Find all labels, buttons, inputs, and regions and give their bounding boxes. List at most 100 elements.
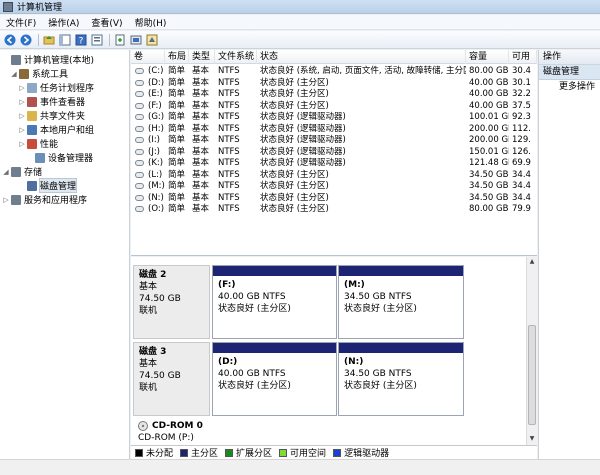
tree-item-performance[interactable]: ▷ 性能	[18, 137, 58, 150]
tree-expander-icon[interactable]: ◢	[10, 70, 18, 78]
cdrom-drive: CD-ROM (P:)	[138, 433, 194, 443]
table-row[interactable]: (E:) 简单 基本 NTFS 状态良好 (主分区) 40.00 GB 32.2	[131, 88, 537, 100]
column-header[interactable]: 布局	[165, 50, 189, 64]
table-row[interactable]: (N:) 简单 基本 NTFS 状态良好 (主分区) 34.50 GB 34.4	[131, 192, 537, 204]
cdrom-block[interactable]: CD-ROM 0 CD-ROM (P:)	[133, 417, 526, 445]
table-cell: NTFS	[218, 135, 240, 145]
tree-item-disk-management[interactable]: 磁盘管理	[18, 178, 78, 193]
tree-item-shared-folders[interactable]: ▷ 共享文件夹	[18, 109, 85, 122]
table-cell: 简单	[168, 169, 186, 180]
settings-icon[interactable]	[145, 33, 158, 46]
table-row[interactable]: (J:) 简单基本 NTFS 状态良好 (逻辑驱动器) 150.01 GB126.	[131, 146, 537, 158]
back-icon[interactable]	[3, 33, 16, 46]
more-actions-link[interactable]: 更多操作	[539, 80, 600, 94]
menu-action[interactable]: 操作(A)	[42, 16, 85, 29]
table-cell: 34.4	[512, 181, 531, 191]
export-icon[interactable]	[113, 33, 126, 46]
table-cell: 简单	[168, 158, 186, 168]
table-cell: 79.9	[512, 204, 531, 214]
tree-expander-icon[interactable]: ▷	[18, 98, 26, 106]
table-row[interactable]: (M:) 简单 基本 NTFS 状态良好 (主分区) 34.50 GB 34.4	[131, 180, 537, 192]
table-cell: 30.1	[512, 77, 531, 88]
table-cell: 基本	[192, 169, 210, 180]
tree-expander-icon[interactable]: ▷	[18, 126, 26, 134]
cdrom-name: CD-ROM 0	[152, 421, 203, 431]
column-header[interactable]: 容量	[466, 50, 509, 64]
table-cell: NTFS	[218, 77, 240, 88]
table-cell: 69.9	[512, 158, 531, 168]
tree-expander-icon[interactable]: ▷	[18, 84, 26, 92]
partition-legend: 未分配 主分区 扩展分区 可用空间 逻辑驱动器	[131, 445, 537, 459]
scroll-down-icon[interactable]: ▼	[527, 434, 537, 444]
table-cell: 基本	[192, 112, 210, 122]
table-row[interactable]: (L:) 简单 基本 NTFS 状态良好 (主分区) 34.50 GB 34.4	[131, 169, 537, 181]
table-row[interactable]: (D:) 简单 基本 NTFS 状态良好 (主分区) 40.00 GB 30.1	[131, 77, 537, 89]
scroll-up-icon[interactable]: ▲	[527, 257, 537, 267]
table-cell: 基本	[192, 204, 210, 214]
table-cell: 状态良好 (主分区)	[260, 204, 329, 214]
table-cell: 简单	[168, 123, 186, 134]
help-icon[interactable]: ?	[74, 33, 87, 46]
table-row[interactable]: (K:) 简单基本 NTFS 状态良好 (逻辑驱动器) 121.48 GB69.9	[131, 157, 537, 169]
actions-header: 操作	[539, 50, 600, 65]
legend-swatch	[279, 448, 288, 457]
tree-item-device-manager[interactable]: 设备管理器	[26, 151, 93, 164]
table-row[interactable]: (F:) 简单 基本 NTFS 状态良好 (主分区) 40.00 GB 37.5	[131, 100, 537, 112]
scrollbar-thumb[interactable]	[528, 325, 536, 425]
partition-letter: (M:)	[344, 280, 365, 290]
column-header[interactable]: 可用	[509, 50, 537, 64]
column-header[interactable]: 类型	[189, 50, 215, 64]
tree-item-local-users[interactable]: ▷ 本地用户和组	[18, 123, 94, 136]
table-cell: 简单	[168, 204, 186, 214]
table-cell: 基本	[192, 100, 210, 111]
disk-info[interactable]: 磁盘 3 基本 74.50 GB 联机	[133, 342, 210, 416]
table-row[interactable]: (O:) 简单 基本 NTFS 状态良好 (主分区) 80.00 GB 79.9	[131, 203, 537, 215]
tools-icon	[19, 68, 29, 79]
properties-icon[interactable]	[90, 33, 103, 46]
toolbar-separator	[109, 33, 110, 46]
tree-item-system-tools[interactable]: ◢ 系统工具	[10, 67, 68, 80]
menu-file[interactable]: 文件(F)	[0, 16, 42, 29]
tree-expander-icon[interactable]: ▷	[18, 140, 26, 148]
volume-disk-icon	[135, 137, 144, 143]
tree-item-event-viewer[interactable]: ▷ 事件查看器	[18, 95, 85, 108]
actions-section-disk-management[interactable]: 磁盘管理	[539, 65, 600, 80]
partition-block[interactable]: (N:) 34.50 GB NTFS 状态良好 (主分区)	[338, 342, 464, 416]
table-cell: 92.3	[512, 112, 531, 122]
show-tree-icon[interactable]	[58, 33, 71, 46]
column-header[interactable]: 文件系统	[215, 50, 257, 64]
partition-size: 40.00 GB NTFS	[218, 292, 286, 302]
menu-help[interactable]: 帮助(H)	[129, 16, 173, 29]
partition-letter: (N:)	[344, 357, 364, 367]
tree-item-services[interactable]: ▷ 服务和应用程序	[2, 193, 87, 206]
table-cell: (O:)	[148, 204, 165, 214]
partition-block[interactable]: (M:) 34.50 GB NTFS 状态良好 (主分区)	[338, 265, 464, 339]
disk-info[interactable]: 磁盘 2 基本 74.50 GB 联机	[133, 265, 210, 339]
table-row[interactable]: (C:) 简单 基本 NTFS 状态良好 (系统, 启动, 页面文件, 活动, 故障转储…	[131, 65, 537, 77]
partition-block[interactable]: (D:) 40.00 GB NTFS 状态良好 (主分区)	[212, 342, 337, 416]
toolbar-separator	[38, 33, 39, 46]
table-row[interactable]: (G:)简单基本 NTFS 状态良好 (逻辑驱动器) 100.01 GB92.3	[131, 111, 537, 123]
vertical-scrollbar[interactable]: ▲ ▼	[526, 257, 537, 445]
menu-view[interactable]: 查看(V)	[85, 16, 128, 29]
tree-root[interactable]: 计算机管理(本地)	[2, 53, 94, 66]
tree-item-task-scheduler[interactable]: ▷ 任务计划程序	[18, 81, 94, 94]
refresh-icon[interactable]	[129, 33, 142, 46]
table-row[interactable]: (I:) 简单基本 NTFS 状态良好 (逻辑驱动器) 200.00 GB129.	[131, 134, 537, 146]
partition-block[interactable]: (F:) 40.00 GB NTFS 状态良好 (主分区)	[212, 265, 337, 339]
performance-icon	[27, 138, 37, 149]
table-cell: 简单	[168, 100, 186, 111]
up-folder-icon[interactable]	[42, 33, 55, 46]
column-header[interactable]: 状态	[257, 50, 466, 64]
table-cell: 基本	[192, 66, 210, 76]
column-header[interactable]: 卷	[131, 50, 165, 64]
tree-item-storage[interactable]: ◢ 存储	[2, 165, 42, 178]
tree-item-label: 事件查看器	[40, 98, 86, 108]
forward-icon[interactable]	[19, 33, 32, 46]
tree-expander-icon[interactable]: ▷	[2, 196, 10, 204]
tree-expander-icon[interactable]: ◢	[2, 168, 10, 176]
volume-disk-icon	[135, 194, 144, 201]
table-row[interactable]: (H:) 简单基本 NTFS 状态良好 (逻辑驱动器) 200.00 GB112.	[131, 123, 537, 135]
tree-expander-icon[interactable]: ▷	[18, 112, 26, 120]
disk-graphical-view: 磁盘 2 基本 74.50 GB 联机 (F:) 40.00 GB NTFS 状态良好 (主…	[131, 257, 537, 445]
